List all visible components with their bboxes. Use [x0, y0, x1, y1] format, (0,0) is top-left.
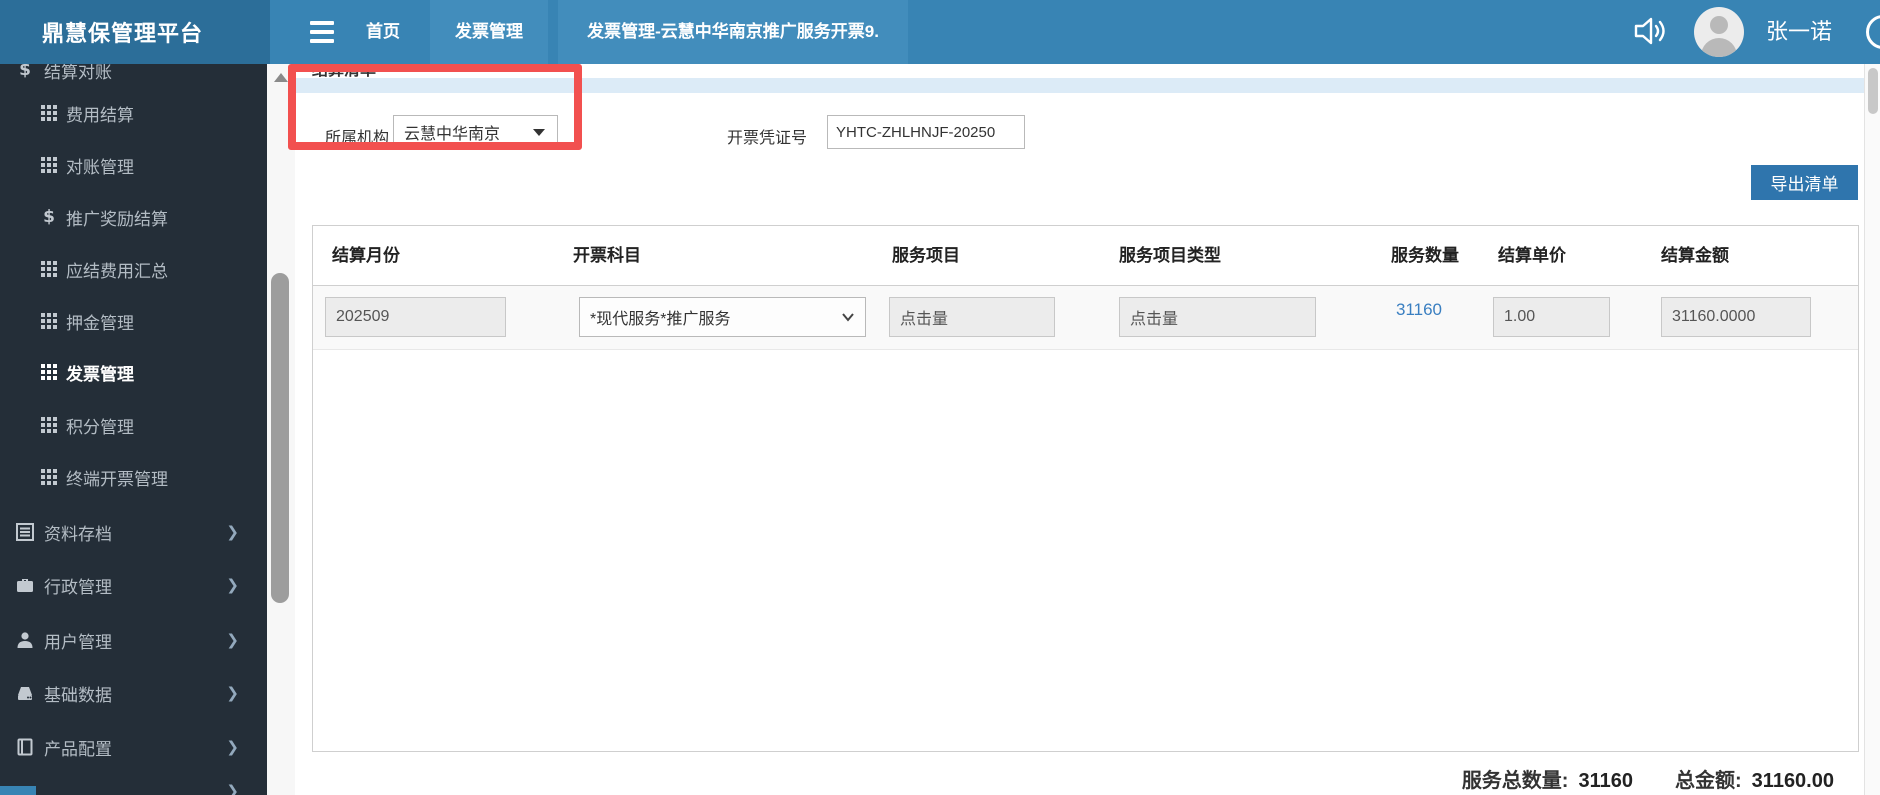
user-avatar[interactable] — [1694, 7, 1744, 57]
panel-divider-band — [295, 78, 1864, 93]
org-dropdown[interactable]: 云慧中华南京 — [393, 115, 558, 149]
app-brand: 鼎慧保管理平台 — [0, 0, 270, 64]
table-row: *现代服务*推广服务 31160 — [313, 286, 1858, 350]
grid-icon — [40, 313, 58, 329]
speaker-icon[interactable] — [1633, 16, 1667, 51]
amount-input[interactable] — [1661, 297, 1811, 337]
grid-icon — [40, 157, 58, 173]
main-content: 结算清单 所属机构 云慧中华南京 开票凭证号 导出清单 结算月份 开票科目 服务… — [295, 64, 1864, 795]
tab-active-invoice-detail[interactable]: 发票管理-云慧中华南京推广服务开票9. — [558, 0, 908, 64]
grid-icon — [40, 469, 58, 485]
export-list-button[interactable]: 导出清单 — [1751, 165, 1858, 200]
user-icon — [14, 630, 36, 650]
panel-title: 结算清单 — [312, 64, 377, 77]
sidebar-partial-item — [0, 786, 36, 795]
logout-icon[interactable] — [1866, 15, 1880, 49]
month-input[interactable] — [325, 297, 506, 337]
grid-icon — [40, 364, 58, 380]
col-quantity: 服务数量 — [1391, 246, 1459, 265]
chevron-right-icon: ❯ — [226, 739, 239, 756]
caret-down-icon — [533, 128, 545, 136]
app-title: 鼎慧保管理平台 — [42, 21, 204, 46]
sidebar-group-settlement[interactable]: $ 结算对账 — [0, 64, 267, 90]
col-subject: 开票科目 — [573, 246, 641, 265]
total-qty-label: 服务总数量: — [1461, 770, 1569, 792]
service-input[interactable] — [889, 297, 1055, 337]
scroll-up-arrow-icon[interactable] — [274, 73, 288, 82]
chevron-right-icon: ❯ — [226, 685, 239, 702]
dollar-icon: $ — [43, 207, 55, 227]
grid-icon — [40, 105, 58, 121]
col-service: 服务项目 — [892, 246, 960, 265]
chevron-right-icon: ❯ — [226, 524, 239, 541]
scrollbar-thumb[interactable] — [271, 273, 289, 603]
subject-select-value: *现代服务*推广服务 — [590, 311, 731, 328]
sidebar-group-product-config[interactable]: 产品配置 ❯ — [0, 727, 267, 767]
username[interactable]: 张一诺 — [1766, 0, 1832, 64]
col-service-type: 服务项目类型 — [1119, 246, 1221, 265]
nav-home[interactable]: 首页 — [366, 0, 400, 64]
sidebar-item-terminal-invoicing[interactable]: 终端开票管理 — [0, 457, 267, 497]
total-amount-value: 31160.00 — [1751, 770, 1834, 792]
chevron-down-icon — [842, 313, 854, 322]
sidebar-item-deposit[interactable]: 押金管理 — [0, 301, 267, 341]
sidebar-item-promo-reward[interactable]: $ 推广奖励结算 — [0, 197, 267, 237]
chevron-right-icon: ❯ — [226, 577, 239, 594]
briefcase-icon — [14, 575, 36, 595]
grid-icon — [40, 261, 58, 277]
top-header: 鼎慧保管理平台 首页 发票管理 发票管理-云慧中华南京推广服务开票9. 张一诺 — [0, 0, 1880, 64]
voucher-label: 开票凭证号 — [727, 130, 808, 147]
col-month: 结算月份 — [332, 246, 400, 265]
sidebar-scrollbar[interactable] — [267, 64, 295, 795]
dollar-icon: $ — [19, 64, 31, 80]
settlement-table: 结算月份 开票科目 服务项目 服务项目类型 服务数量 结算单价 结算金额 *现代… — [312, 225, 1859, 752]
total-amount-label: 总金额: — [1675, 770, 1742, 792]
sidebar-group-base-data[interactable]: 基础数据 ❯ — [0, 673, 267, 713]
database-icon — [14, 683, 36, 703]
org-dropdown-value: 云慧中华南京 — [404, 126, 501, 143]
subject-select[interactable]: *现代服务*推广服务 — [579, 297, 866, 337]
scrollbar-thumb[interactable] — [1868, 68, 1878, 114]
quantity-link[interactable]: 31160 — [1396, 300, 1442, 320]
tab-invoice-management[interactable]: 发票管理 — [430, 0, 548, 64]
sidebar-item-points[interactable]: 积分管理 — [0, 405, 267, 445]
page-scrollbar[interactable] — [1864, 64, 1880, 795]
table-header-row: 结算月份 开票科目 服务项目 服务项目类型 服务数量 结算单价 结算金额 — [313, 226, 1858, 286]
sidebar-group-administration[interactable]: 行政管理 ❯ — [0, 565, 267, 605]
grid-icon — [40, 417, 58, 433]
col-unit-price: 结算单价 — [1498, 246, 1566, 265]
hamburger-icon[interactable] — [310, 21, 334, 43]
sidebar-item-fee-settlement[interactable]: 费用结算 — [0, 93, 267, 133]
book-icon — [14, 737, 36, 757]
col-amount: 结算金额 — [1661, 246, 1729, 265]
sidebar-item-payable-summary[interactable]: 应结费用汇总 — [0, 249, 267, 289]
sidebar-item-reconciliation[interactable]: 对账管理 — [0, 145, 267, 185]
archive-icon — [14, 522, 36, 542]
chevron-right-icon: ❯ — [226, 632, 239, 649]
unit-price-input[interactable] — [1493, 297, 1610, 337]
sidebar-item-invoice[interactable]: 发票管理 — [0, 352, 267, 392]
service-type-input[interactable] — [1119, 297, 1316, 337]
sidebar-group-archives[interactable]: 资料存档 ❯ — [0, 512, 267, 552]
total-qty-value: 31160 — [1578, 770, 1633, 792]
sidebar-group-users[interactable]: 用户管理 ❯ — [0, 620, 267, 660]
totals-bar: 服务总数量: 31160 总金额: 31160.00 — [1462, 764, 1834, 793]
chevron-right-icon: ❯ — [226, 783, 239, 795]
sidebar-nav: $ 结算对账 费用结算 对账管理 $ 推广奖励结算 应结费用汇总 押金管理 发票… — [0, 64, 267, 795]
voucher-input[interactable] — [827, 115, 1025, 149]
org-label: 所属机构 — [325, 130, 390, 147]
